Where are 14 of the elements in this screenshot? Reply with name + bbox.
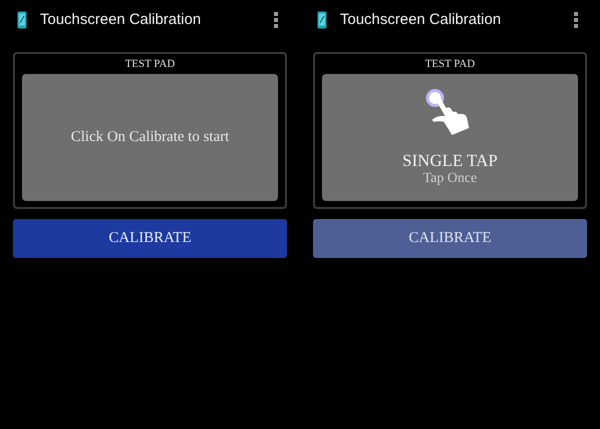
overflow-menu-icon[interactable] [574,12,578,28]
test-pad-area[interactable]: Click On Calibrate to start [22,74,278,201]
calibrate-button[interactable]: CALIBRATE [13,219,287,258]
phone-icon [317,11,327,29]
app-title: Touchscreen Calibration [40,10,202,30]
gesture-title: SINGLE TAP [402,152,498,170]
test-pad-label: TEST PAD [425,57,475,72]
pad-message: Click On Calibrate to start [70,128,230,148]
app-title: Touchscreen Calibration [340,10,502,30]
test-pad-area[interactable]: SINGLE TAP Tap Once [322,74,578,201]
phone-icon [17,11,27,29]
gesture-instruction: Tap Once [423,170,477,188]
overflow-menu-icon[interactable] [274,12,278,28]
test-pad-label: TEST PAD [125,57,175,72]
